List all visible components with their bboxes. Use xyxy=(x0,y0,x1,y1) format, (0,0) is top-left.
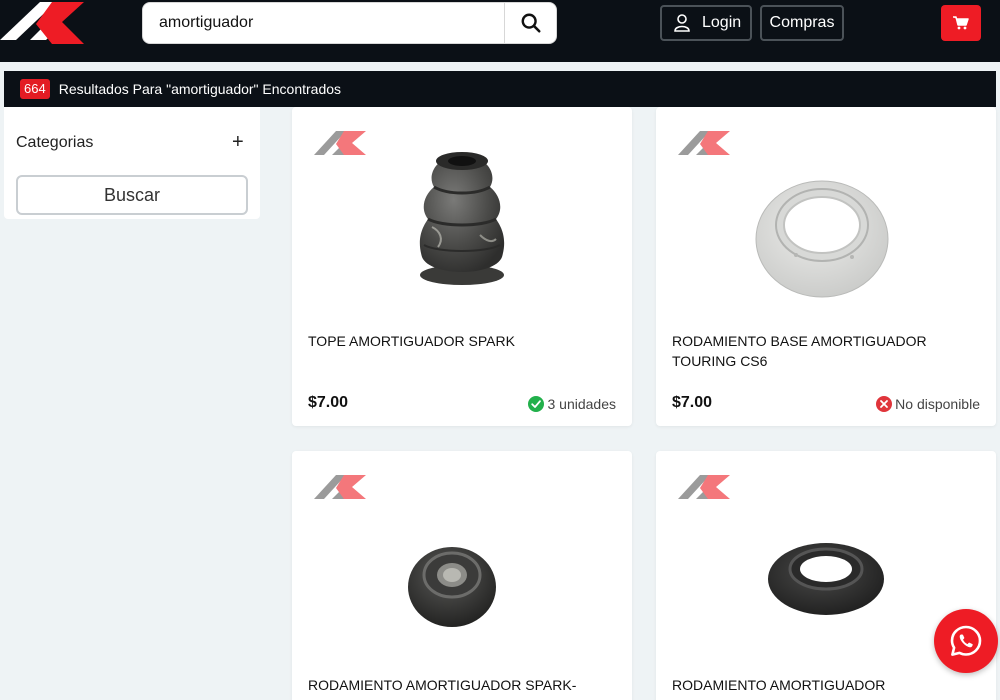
search-button[interactable] xyxy=(504,3,556,43)
check-circle-icon xyxy=(528,396,545,412)
product-card[interactable]: RODAMIENTO BASE AMORTIGUADOR TOURING CS6… xyxy=(656,107,996,426)
product-image[interactable] xyxy=(726,471,926,651)
compras-label: Compras xyxy=(769,14,835,31)
stock-text: 3 unidades xyxy=(547,396,616,412)
whatsapp-icon xyxy=(950,625,982,656)
product-price: $7.00 xyxy=(308,394,349,411)
brand-watermark xyxy=(314,475,366,499)
whatsapp-button[interactable] xyxy=(934,609,998,673)
search-input[interactable] xyxy=(143,3,505,43)
product-name[interactable]: RODAMIENTO BASE AMORTIGUADOR TOURING CS6 xyxy=(672,331,972,371)
cart-icon xyxy=(953,16,969,30)
categories-expand-button[interactable]: + xyxy=(232,131,244,154)
login-button[interactable]: Login xyxy=(660,5,752,41)
product-image[interactable] xyxy=(362,471,562,651)
product-name[interactable]: RODAMIENTO AMORTIGUADOR xyxy=(672,675,972,695)
login-label: Login xyxy=(702,14,742,31)
user-icon xyxy=(674,14,690,32)
x-circle-icon xyxy=(876,396,893,412)
product-name[interactable]: RODAMIENTO AMORTIGUADOR SPARK-AVEO xyxy=(308,675,608,700)
product-card[interactable]: RODAMIENTO AMORTIGUADOR SPARK-AVEO xyxy=(292,451,632,700)
stock-text: No disponible xyxy=(895,396,980,412)
search-icon xyxy=(521,13,541,33)
brand-logo[interactable] xyxy=(0,0,88,46)
product-card[interactable]: TOPE AMORTIGUADOR SPARK $7.00 3 unidades xyxy=(292,107,632,426)
filter-sidebar: Categorias + Buscar xyxy=(4,107,260,219)
stock-status: No disponible xyxy=(876,396,980,412)
brand-watermark xyxy=(678,475,730,499)
results-text: Resultados Para "amortiguador" Encontrad… xyxy=(58,81,342,97)
compras-button[interactable]: Compras xyxy=(760,5,844,41)
buscar-button[interactable]: Buscar xyxy=(16,175,248,215)
cart-button[interactable] xyxy=(941,5,981,41)
results-bar: 664 Resultados Para "amortiguador" Encon… xyxy=(4,71,996,107)
product-image[interactable] xyxy=(362,127,562,307)
stock-status: 3 unidades xyxy=(528,396,616,412)
brand-watermark xyxy=(678,131,730,155)
product-image[interactable] xyxy=(726,127,926,307)
results-count-badge: 664 xyxy=(20,79,50,99)
product-name[interactable]: TOPE AMORTIGUADOR SPARK xyxy=(308,331,608,351)
top-navbar: Login Compras xyxy=(0,0,1000,62)
categories-label: Categorias xyxy=(16,134,94,151)
product-price: $7.00 xyxy=(672,394,713,411)
search-bar xyxy=(142,2,557,44)
brand-watermark xyxy=(314,131,366,155)
